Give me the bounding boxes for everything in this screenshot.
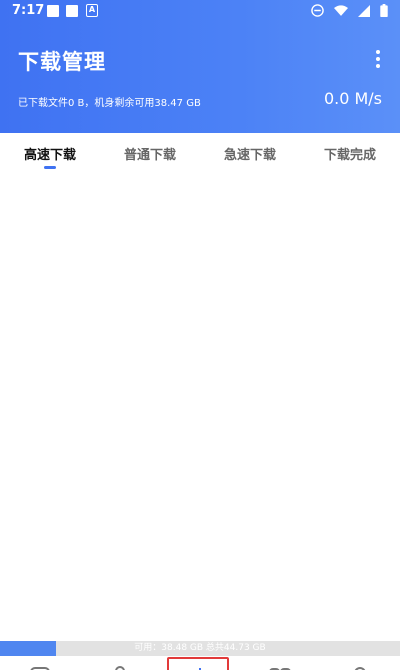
download-list <box>0 173 400 641</box>
active-tab-indicator <box>44 166 56 169</box>
battery-icon <box>380 4 388 17</box>
wifi-icon <box>334 4 348 16</box>
tab-bar: 高速下载 普通下载 急速下载 下载完成 <box>0 133 400 173</box>
storage-text: 可用：38.48 GB 总共44.73 GB <box>134 643 266 653</box>
tab-completed[interactable]: 下载完成 <box>300 133 400 173</box>
highlight-box <box>167 657 229 670</box>
nav-item-messages[interactable] <box>0 658 80 670</box>
system-icons <box>311 4 388 17</box>
nav-item-user[interactable] <box>320 658 400 670</box>
tab-label: 下载完成 <box>323 148 376 163</box>
user-icon <box>354 667 366 670</box>
message-icon <box>30 667 50 670</box>
storage-bar: 可用：38.48 GB 总共44.73 GB <box>0 641 400 656</box>
tab-express[interactable]: 急速下载 <box>200 133 300 173</box>
do-not-disturb-icon <box>311 4 324 17</box>
nav-item-grid[interactable] <box>240 658 320 670</box>
download-speed: 0.0 M/s <box>323 89 382 108</box>
person-icon <box>115 666 125 670</box>
tab-high-speed[interactable]: 高速下载 <box>0 133 100 173</box>
signal-icon <box>358 4 370 17</box>
header: 7:17 A 下载管理 已下载文件0 B，机身剩余可用38.47 GB 0.0 … <box>0 0 400 133</box>
a-badge-icon: A <box>86 4 98 17</box>
status-time: 7:17 <box>12 3 45 18</box>
tab-normal[interactable]: 普通下载 <box>100 133 200 173</box>
tab-label: 急速下载 <box>223 148 276 163</box>
more-options-icon[interactable] <box>374 50 382 70</box>
notification-icon <box>47 5 59 17</box>
page-title: 下载管理 <box>18 50 106 74</box>
tab-label: 高速下载 <box>23 148 76 163</box>
grid-icon <box>269 668 291 670</box>
nav-item-person[interactable] <box>80 658 160 670</box>
download-summary: 已下载文件0 B，机身剩余可用38.47 GB <box>18 98 201 109</box>
tab-label: 普通下载 <box>123 148 176 163</box>
notification-icon <box>66 5 78 17</box>
status-bar: 7:17 A <box>0 0 400 24</box>
